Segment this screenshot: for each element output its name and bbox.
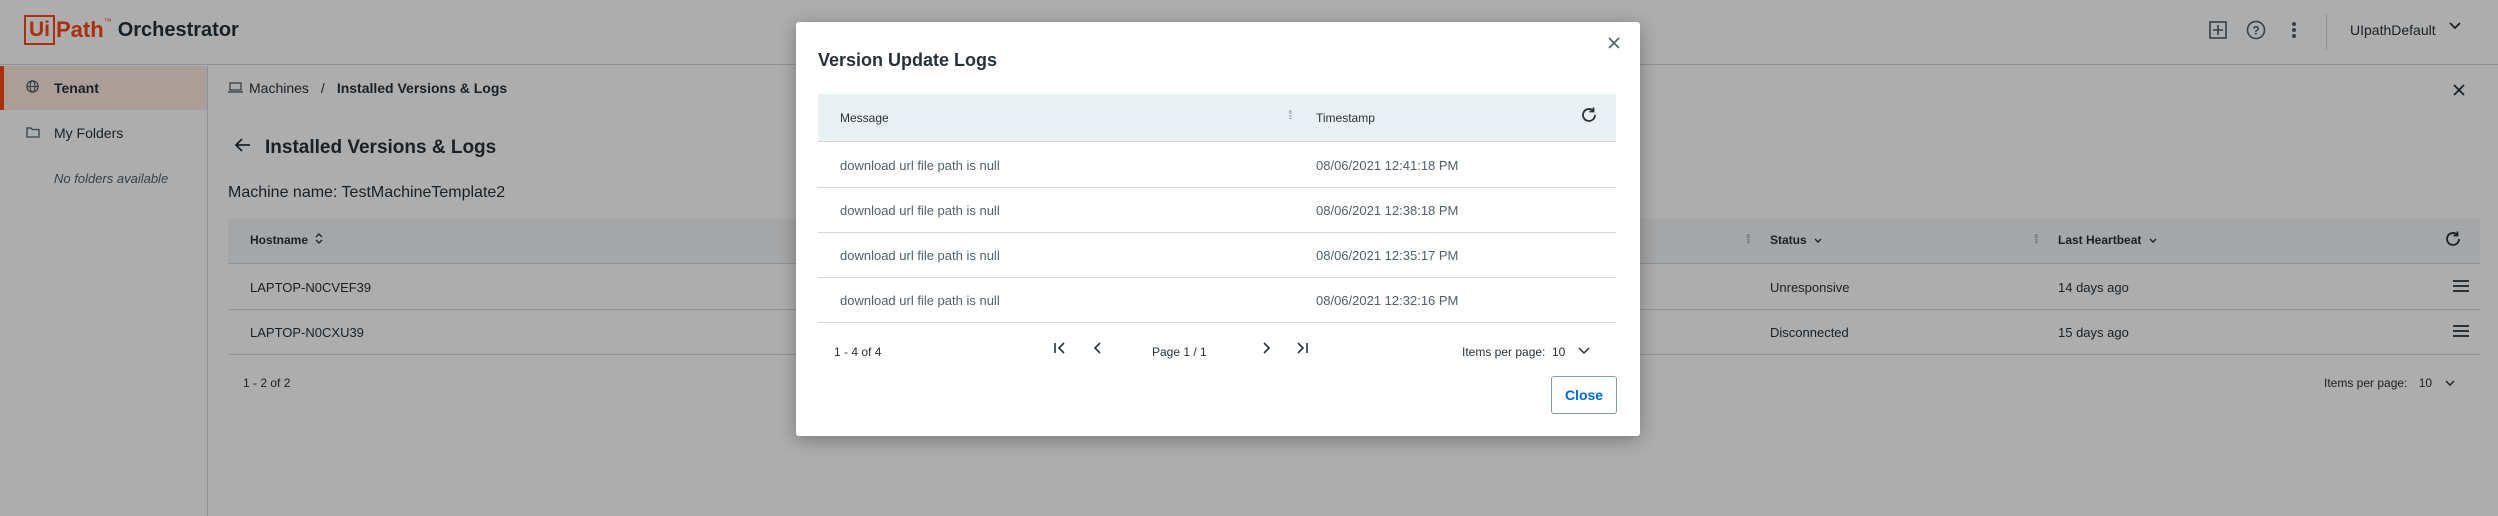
table-row: download url file path is null 08/06/202… (818, 233, 1616, 278)
refresh-icon[interactable] (1580, 106, 1598, 130)
cell-timestamp: 08/06/2021 12:38:18 PM (1316, 203, 1459, 218)
items-per-page-label: Items per page: (1462, 345, 1546, 359)
first-page-icon[interactable] (1052, 340, 1068, 361)
last-page-icon[interactable] (1294, 340, 1310, 361)
chevron-down-icon[interactable] (1578, 342, 1590, 358)
column-resize-handle[interactable]: ⁞⁞ (1288, 108, 1292, 122)
dialog-title: Version Update Logs (818, 50, 998, 70)
logs-table-header: Message ⁞⁞ Timestamp (818, 94, 1616, 142)
close-icon[interactable] (1608, 32, 1620, 55)
cell-message: download url file path is null (840, 158, 1000, 173)
column-header-timestamp[interactable]: Timestamp (1316, 111, 1375, 125)
next-page-icon[interactable] (1258, 340, 1274, 361)
logs-paginator: 1 - 4 of 4 Page 1 / 1 Items per page: 10 (818, 338, 1616, 368)
close-button[interactable]: Close (1551, 376, 1617, 414)
cell-message: download url file path is null (840, 293, 1000, 308)
cell-message: download url file path is null (840, 248, 1000, 263)
previous-page-icon[interactable] (1090, 340, 1106, 361)
table-row: download url file path is null 08/06/202… (818, 188, 1616, 233)
cell-timestamp: 08/06/2021 12:41:18 PM (1316, 158, 1459, 173)
items-per-page-select[interactable]: 10 (1552, 345, 1565, 359)
version-update-logs-dialog: Version Update Logs Message ⁞⁞ Timestamp… (796, 22, 1640, 436)
app-root: Ui Path ™ Orchestrator ? UIpathDefault T… (0, 0, 2498, 516)
table-row: download url file path is null 08/06/202… (818, 278, 1616, 323)
column-header-message[interactable]: Message (840, 111, 889, 125)
cell-message: download url file path is null (840, 203, 1000, 218)
cell-timestamp: 08/06/2021 12:32:16 PM (1316, 293, 1459, 308)
page-label: Page 1 / 1 (1152, 345, 1207, 359)
cell-timestamp: 08/06/2021 12:35:17 PM (1316, 248, 1459, 263)
pager-range: 1 - 4 of 4 (834, 345, 882, 359)
table-row: download url file path is null 08/06/202… (818, 143, 1616, 188)
